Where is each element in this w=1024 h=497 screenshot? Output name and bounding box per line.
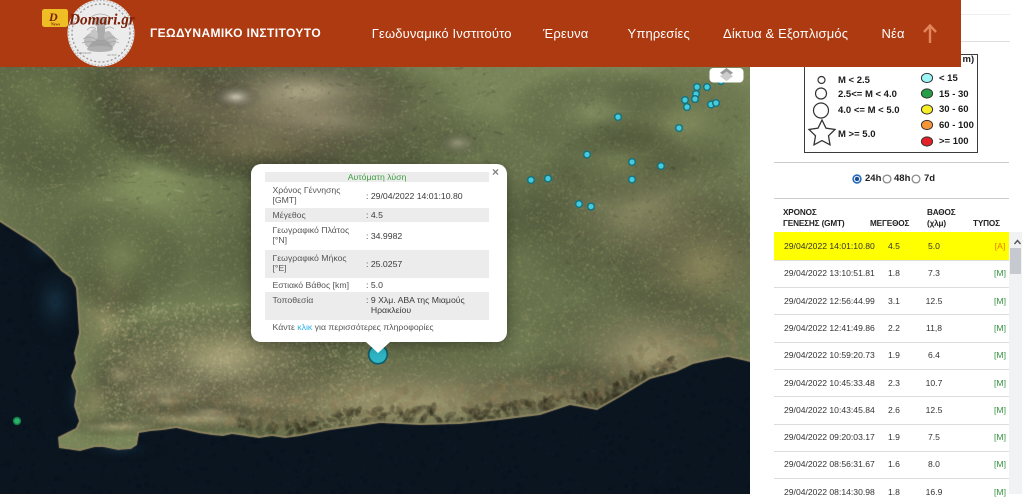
svg-text:Domari.gr: Domari.gr bbox=[68, 12, 136, 29]
svg-text:News: News bbox=[51, 22, 61, 27]
svg-text:ΕΘΝΙΚΟΝ: ΕΘΝΙΚΟΝ bbox=[77, 51, 92, 55]
svg-text:ΑΣΤΕΡ: ΑΣΤΕΡ bbox=[107, 53, 117, 57]
